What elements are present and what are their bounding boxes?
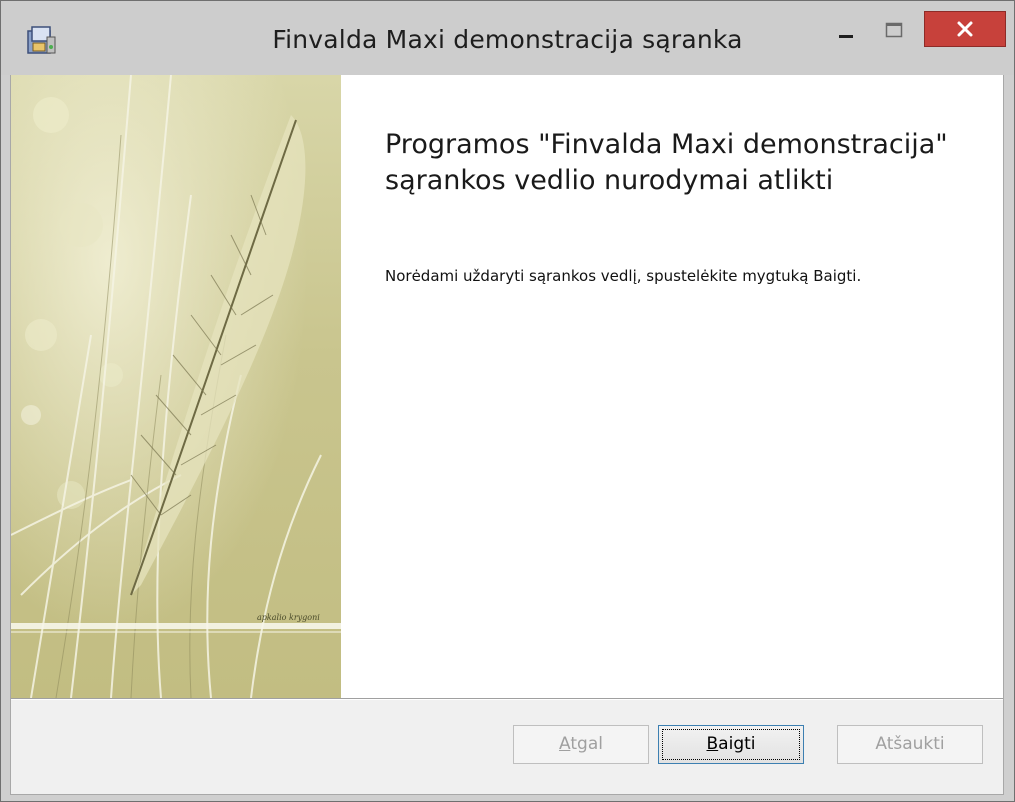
wizard-footer: Atgal Baigti Atšaukti — [11, 700, 1003, 794]
image-signature: apkalio krygoni — [257, 613, 320, 622]
title-bar[interactable]: Finvalda Maxi demonstracija sąranka — [1, 1, 1014, 75]
back-button[interactable]: Atgal — [513, 725, 649, 764]
maximize-icon[interactable] — [871, 13, 917, 53]
finish-label: aigti — [718, 734, 756, 754]
minimize-icon[interactable] — [825, 13, 871, 53]
finish-button[interactable]: Baigti — [658, 725, 804, 764]
back-accelerator: A — [559, 734, 571, 754]
wizard-content: apkalio krygoni Programos "Finvalda Maxi… — [11, 75, 1003, 698]
instruction-text: Norėdami uždaryti sąrankos vedlį, spuste… — [385, 267, 862, 285]
close-icon[interactable] — [924, 11, 1006, 47]
back-label: tgal — [570, 734, 603, 754]
wizard-client-area: apkalio krygoni Programos "Finvalda Maxi… — [10, 75, 1004, 795]
finish-accelerator: B — [706, 734, 719, 754]
installer-window: Finvalda Maxi demonstracija sąranka apka… — [0, 0, 1015, 802]
cancel-button[interactable]: Atšaukti — [837, 725, 983, 764]
page-heading: Programos "Finvalda Maxi demonstracija" … — [385, 129, 948, 196]
feather-banner-image: apkalio krygoni — [11, 75, 341, 698]
